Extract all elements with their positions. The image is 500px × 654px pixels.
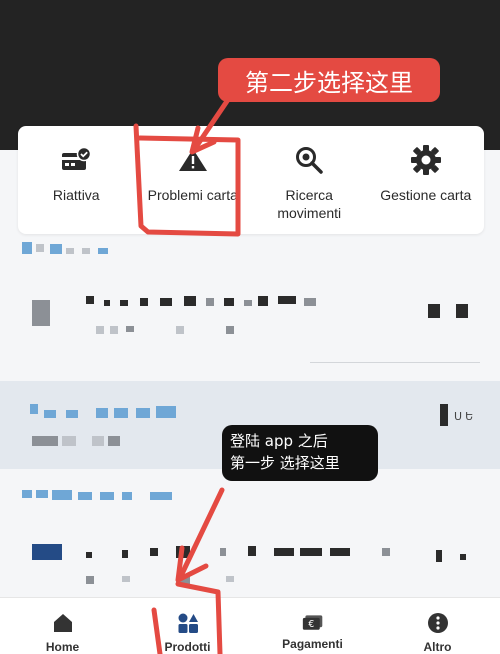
card-actions-panel: Riattiva Problemi carta Ricerca moviment… (18, 126, 484, 234)
action-gestione-carta[interactable]: Gestione carta (368, 126, 485, 234)
bottom-nav: Home Prodotti € Pagamenti Altro (0, 597, 500, 654)
nav-label: Prodotti (164, 640, 211, 654)
action-label: Ricerca movimenti (277, 187, 342, 221)
annotation-step1-callout: 登陆 app 之后 第一步 选择这里 (222, 425, 378, 481)
nav-prodotti[interactable]: Prodotti (125, 598, 250, 654)
card-check-icon (60, 144, 92, 176)
action-riattiva[interactable]: Riattiva (18, 126, 135, 234)
nav-altro[interactable]: Altro (375, 598, 500, 654)
svg-text:€: € (308, 619, 314, 630)
action-ricerca-movimenti[interactable]: Ricerca movimenti (251, 126, 368, 234)
products-icon (177, 612, 199, 634)
more-icon (427, 612, 449, 634)
gear-icon (410, 144, 442, 176)
action-label: Problemi carta (147, 187, 238, 203)
home-icon (52, 612, 74, 634)
nav-label: Altro (423, 640, 452, 654)
nav-home[interactable]: Home (0, 598, 125, 654)
action-label: Riattiva (52, 187, 100, 203)
list-divider (310, 362, 480, 363)
euro-card-icon: € (302, 612, 324, 634)
nav-label: Home (45, 640, 80, 654)
nav-label: Pagamenti (282, 637, 343, 651)
nav-pagamenti[interactable]: € Pagamenti (250, 598, 375, 654)
annotation-step1-line1: 登陆 app 之后 (230, 432, 328, 450)
search-icon (293, 144, 325, 176)
blurred-amount: Ս Ե (454, 411, 474, 423)
action-label: Gestione carta (380, 187, 472, 203)
annotation-step2-callout: 第二步选择这里 (218, 58, 440, 102)
annotation-step1-line2: 第一步 选择这里 (230, 454, 340, 472)
warning-icon (177, 144, 209, 176)
action-problemi-carta[interactable]: Problemi carta (135, 126, 252, 234)
